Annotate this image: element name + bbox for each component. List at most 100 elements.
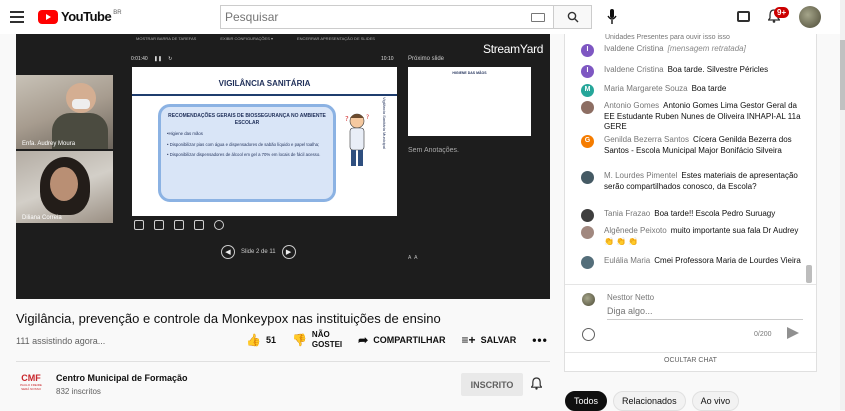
video-player[interactable]: MOSTRAR BARRA DE TAREFAS EXIBIR CONFIGUR… — [16, 34, 550, 299]
notes-text: Sem Anotações. — [408, 147, 459, 154]
pen-tool-icon[interactable] — [134, 220, 144, 230]
dislike-button[interactable]: 👎 NÃO GOSTEI — [292, 330, 342, 350]
chat-message-body: Antonio Gomes Antonio Gomes Lima Gestor G… — [604, 101, 803, 133]
chat-author[interactable]: Tania Frazao — [604, 209, 650, 218]
pointer-icon[interactable] — [194, 220, 204, 230]
channel-logo-subtext: PAULO FREIRE SERÁ NOSSO — [20, 383, 42, 391]
chat-author[interactable]: Genilda Bezerra Santos — [604, 135, 689, 144]
slide-line: • Disponibilizar pias com água e dispens… — [167, 141, 320, 147]
slide-content-box: RECOMENDAÇÕES GERAIS DE BIOSSEGURANÇA NO… — [158, 104, 336, 202]
grid-view-icon[interactable] — [154, 220, 164, 230]
prev-slide-button[interactable]: ◀ — [221, 245, 235, 259]
mic-icon[interactable] — [607, 9, 617, 25]
view-count: 111 assistindo agora... — [16, 336, 106, 346]
slide-divider — [132, 94, 397, 96]
slide-navigation: ◀ Slide 2 de 11 ▶ — [221, 245, 296, 259]
chip-related[interactable]: Relacionados — [613, 391, 686, 411]
next-slide-button[interactable]: ▶ — [281, 245, 296, 259]
chat-avatar[interactable]: I — [581, 65, 594, 78]
search-icon — [567, 11, 578, 23]
chat-author[interactable]: Ivaldene Cristina — [604, 65, 664, 74]
logo-text: YouTube — [61, 9, 112, 24]
chat-avatar[interactable] — [581, 256, 594, 269]
chat-divider — [565, 284, 816, 285]
chat-input[interactable] — [607, 306, 803, 320]
create-video-icon[interactable] — [737, 11, 750, 22]
play-logo-icon — [38, 9, 58, 24]
chat-message: M. Lourdes Pimentel Estes materiais de ap… — [581, 171, 803, 192]
reset-icon: ↻ — [168, 56, 173, 62]
speaker-2-face — [50, 167, 78, 201]
chat-message: Antonio Gomes Antonio Gomes Lima Gestor G… — [581, 101, 803, 133]
user-avatar[interactable] — [799, 6, 821, 28]
emoji-icon[interactable] — [582, 328, 595, 341]
presenter-toolbar-item: MOSTRAR BARRA DE TAREFAS — [136, 36, 197, 41]
save-button[interactable]: ≡+ SALVAR — [462, 333, 517, 347]
notification-badge: 9+ — [774, 7, 790, 18]
chat-scrollbar[interactable] — [806, 265, 812, 283]
menu-icon[interactable] — [10, 11, 24, 23]
chat-avatar[interactable]: I — [581, 44, 594, 57]
chat-author[interactable]: Ivaldene Cristina — [604, 44, 664, 53]
my-name: Nesttor Netto — [607, 293, 655, 302]
chat-text: [mensagem retratada] — [667, 44, 746, 53]
chat-avatar[interactable]: M — [581, 84, 594, 97]
chat-avatar[interactable] — [581, 209, 594, 222]
send-icon[interactable] — [787, 327, 799, 339]
more-actions-button[interactable]: ••• — [532, 333, 548, 347]
video-title: Vigilância, prevenção e controle da Monk… — [16, 311, 441, 326]
chat-author[interactable]: Maria Margarete Souza — [604, 84, 688, 93]
chip-all[interactable]: Todos — [565, 391, 608, 411]
channel-logo[interactable]: CMF PAULO FREIRE SERÁ NOSSO — [18, 373, 44, 395]
chat-avatar[interactable] — [581, 226, 594, 239]
chat-message-body: Ivaldene Cristina [mensagem retratada] — [604, 44, 746, 57]
clock: 10:10 — [381, 56, 394, 62]
next-slide-label: Próximo slide — [408, 56, 445, 62]
webcam-speaker-1: Enfa. Audrey Moura — [16, 75, 113, 149]
chat-avatar[interactable] — [581, 171, 594, 184]
chat-message: M Maria Margarete Souza Boa tarde — [581, 84, 803, 97]
top-bar: YouTube BR 9+ — [0, 0, 845, 34]
divider — [16, 361, 550, 362]
slide-line: • Disponibilizar dispensadores de álcool… — [167, 152, 321, 157]
chat-author[interactable]: Algênede Peixoto — [604, 226, 667, 235]
chat-author[interactable]: Eulália Maria — [604, 256, 650, 265]
page-scrollbar[interactable] — [840, 40, 845, 110]
slide-side-text: Vigilância Sanitária Municipal — [382, 97, 387, 149]
more-options-icon[interactable] — [214, 220, 224, 230]
chip-live[interactable]: Ao vivo — [691, 391, 740, 411]
speaker-1-mask — [72, 99, 90, 109]
save-label: SALVAR — [480, 335, 517, 345]
channel-name[interactable]: Centro Municipal de Formação — [56, 373, 188, 383]
dislike-label: NÃO GOSTEI — [312, 330, 342, 350]
channel-notification-bell-icon[interactable] — [531, 377, 542, 390]
font-size-controls[interactable]: A A — [408, 255, 417, 261]
hide-chat-button[interactable]: OCULTAR CHAT — [565, 357, 816, 364]
chat-message-body: Genilda Bezerra Santos Cícera Genilda Bez… — [604, 135, 803, 156]
search-input[interactable] — [221, 6, 531, 28]
search-button[interactable] — [553, 6, 591, 28]
chat-author[interactable]: M. Lourdes Pimentel — [604, 171, 677, 180]
share-label: COMPARTILHAR — [373, 335, 446, 345]
streamyard-logo: StreamYard — [483, 42, 544, 56]
current-slide: VIGILÂNCIA SANITÁRIA RECOMENDAÇÕES GERAI… — [132, 67, 397, 216]
presenter-toolbar: MOSTRAR BARRA DE TAREFAS EXIBIR CONFIGUR… — [136, 36, 375, 41]
keyboard-icon[interactable] — [531, 13, 545, 22]
chat-message-body: Tania Frazao Boa tarde!! Escola Pedro Sur… — [604, 209, 775, 222]
chat-author[interactable]: Antonio Gomes — [604, 101, 659, 110]
presenter-timer: 0:01:40 — [131, 56, 148, 62]
live-chat: Unidades Presentes para ouvir isso isso … — [564, 34, 817, 372]
like-button[interactable]: 👍 51 — [246, 333, 276, 347]
share-button[interactable]: ➦ COMPARTILHAR — [358, 333, 445, 347]
speaker-1-name: Enfa. Audrey Moura — [22, 141, 76, 147]
youtube-logo[interactable]: YouTube BR — [38, 9, 122, 24]
chat-avatar[interactable] — [581, 101, 594, 114]
next-slide-title: HIGIENE DAS MÃOS — [452, 71, 487, 75]
zoom-icon[interactable] — [174, 220, 184, 230]
cartoon-figure-icon: ? ? — [345, 113, 369, 166]
slide-box-heading: RECOMENDAÇÕES GERAIS DE BIOSSEGURANÇA NO… — [168, 113, 326, 126]
chat-avatar[interactable]: G — [581, 135, 594, 148]
slide-tools — [134, 220, 224, 230]
share-icon: ➦ — [358, 333, 369, 347]
subscribe-button[interactable]: INSCRITO — [461, 373, 523, 396]
